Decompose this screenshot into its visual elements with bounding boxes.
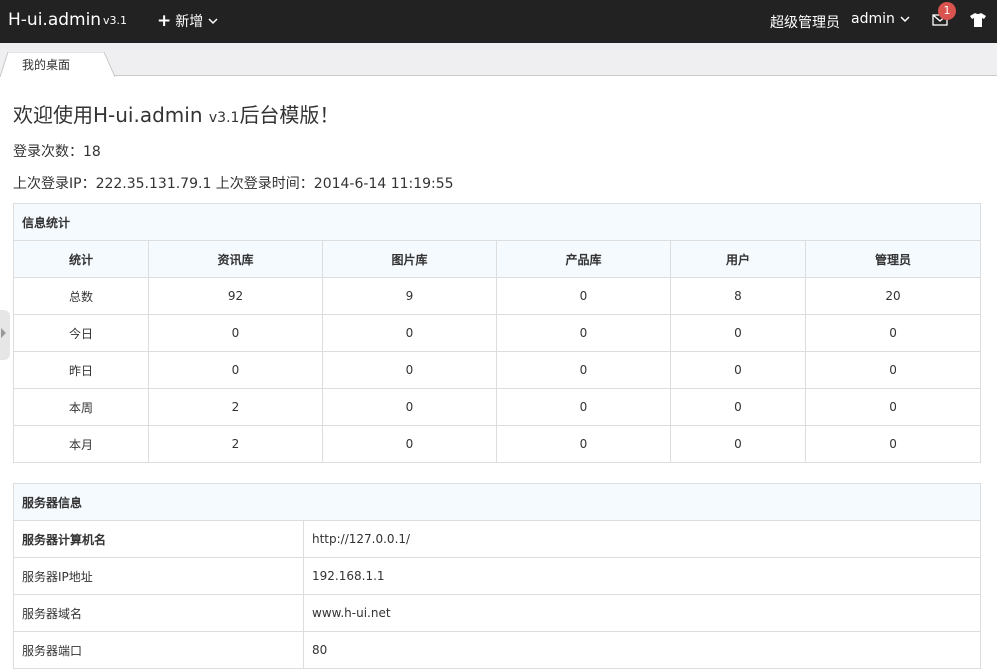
- table-cell: 0: [322, 351, 497, 389]
- chevron-down-icon: [900, 16, 910, 23]
- table-cell: 0: [496, 425, 671, 463]
- sidebar-toggle[interactable]: [0, 310, 10, 360]
- column-header: 资讯库: [148, 240, 323, 278]
- table-cell: 0: [804, 351, 982, 389]
- table-cell: 2: [148, 425, 323, 463]
- table-cell: 0: [804, 425, 982, 463]
- table-row: 本周 2 0 0 0 0: [13, 388, 982, 426]
- column-header: 产品库: [496, 240, 671, 278]
- column-header: 管理员: [804, 240, 982, 278]
- table-cell: 0: [322, 425, 497, 463]
- tab-bar: 我的桌面: [0, 43, 997, 77]
- table-cell: 0: [670, 388, 806, 426]
- table-cell: 今日: [13, 314, 149, 352]
- table-cell: 0: [496, 388, 671, 426]
- message-count-badge: 1: [938, 2, 956, 20]
- table-cell: www.h-ui.net: [302, 594, 982, 632]
- table-row: 服务器端口 80: [13, 631, 982, 669]
- table-cell: 0: [148, 351, 323, 389]
- table-row: 昨日 0 0 0 0 0: [13, 351, 982, 389]
- table-cell: 0: [496, 351, 671, 389]
- app-logo[interactable]: H-ui.admin: [8, 10, 101, 30]
- stats-table: 信息统计 统计 资讯库 图片库 产品库 用户 管理员 总数 92 9 0 8 2…: [12, 203, 982, 463]
- table-cell: 92: [148, 277, 323, 315]
- column-header: 用户: [670, 240, 806, 278]
- server-table-title: 服务器信息: [12, 483, 982, 521]
- user-menu-button[interactable]: admin: [851, 11, 910, 27]
- table-cell: 2: [148, 388, 323, 426]
- table-cell: 9: [322, 277, 497, 315]
- last-login-info: 上次登录IP：222.35.131.79.1 上次登录时间：2014-6-14 …: [13, 176, 454, 192]
- table-cell: 0: [496, 314, 671, 352]
- welcome-title: 欢迎使用H-ui.admin v3.1后台模版！: [13, 99, 339, 128]
- chevron-down-icon: [208, 18, 218, 25]
- table-cell: 本月: [13, 425, 149, 463]
- table-cell: 0: [804, 388, 982, 426]
- table-cell: 20: [804, 277, 982, 315]
- arrow-right-icon: [1, 328, 6, 338]
- table-cell: 总数: [13, 277, 149, 315]
- table-cell: http://127.0.0.1/: [302, 520, 982, 558]
- column-header: 统计: [13, 240, 149, 278]
- server-info-table: 服务器信息 服务器计算机名 http://127.0.0.1/ 服务器IP地址 …: [12, 483, 982, 669]
- welcome-version: v3.1: [208, 110, 240, 126]
- table-cell: 80: [302, 631, 982, 669]
- column-header: 图片库: [322, 240, 497, 278]
- table-row: 总数 92 9 0 8 20: [13, 277, 982, 315]
- table-cell: 0: [670, 425, 806, 463]
- table-cell: 服务器域名: [13, 594, 304, 632]
- username: admin: [851, 11, 895, 27]
- table-row: 本月 2 0 0 0 0: [13, 425, 982, 463]
- table-cell: 昨日: [13, 351, 149, 389]
- table-row: 今日 0 0 0 0 0: [13, 314, 982, 352]
- table-cell: 192.168.1.1: [302, 557, 982, 595]
- table-cell: 0: [322, 314, 497, 352]
- table-cell: 0: [496, 277, 671, 315]
- top-navbar: H-ui.admin v3.1 + 新增 超级管理员 admin 1: [0, 0, 997, 43]
- table-cell: 0: [148, 314, 323, 352]
- welcome-prefix: 欢迎使用H-ui.admin: [13, 103, 209, 127]
- login-count: 登录次数：18: [13, 144, 101, 160]
- table-cell: 服务器端口: [13, 631, 304, 669]
- skin-tshirt-icon[interactable]: [969, 12, 987, 28]
- app-version: v3.1: [103, 14, 128, 27]
- table-cell: 0: [322, 388, 497, 426]
- table-cell: 本周: [13, 388, 149, 426]
- table-row: 服务器域名 www.h-ui.net: [13, 594, 982, 632]
- tab-my-desktop[interactable]: 我的桌面: [0, 52, 115, 77]
- table-cell: 0: [670, 314, 806, 352]
- user-role: 超级管理员: [770, 15, 840, 31]
- add-new-menu-button[interactable]: + 新增: [157, 11, 218, 31]
- table-cell: 0: [804, 314, 982, 352]
- tab-label: 我的桌面: [22, 58, 71, 72]
- table-cell: 服务器IP地址: [13, 557, 304, 595]
- table-cell: 服务器计算机名: [13, 520, 304, 558]
- table-row: 服务器计算机名 http://127.0.0.1/: [13, 520, 982, 558]
- welcome-suffix: 后台模版！: [239, 103, 340, 127]
- plus-icon: +: [157, 11, 172, 31]
- table-cell: 8: [670, 277, 806, 315]
- table-cell: 0: [670, 351, 806, 389]
- stats-table-title: 信息统计: [12, 203, 982, 241]
- table-row: 服务器IP地址 192.168.1.1: [13, 557, 982, 595]
- add-new-label: 新增: [175, 14, 204, 30]
